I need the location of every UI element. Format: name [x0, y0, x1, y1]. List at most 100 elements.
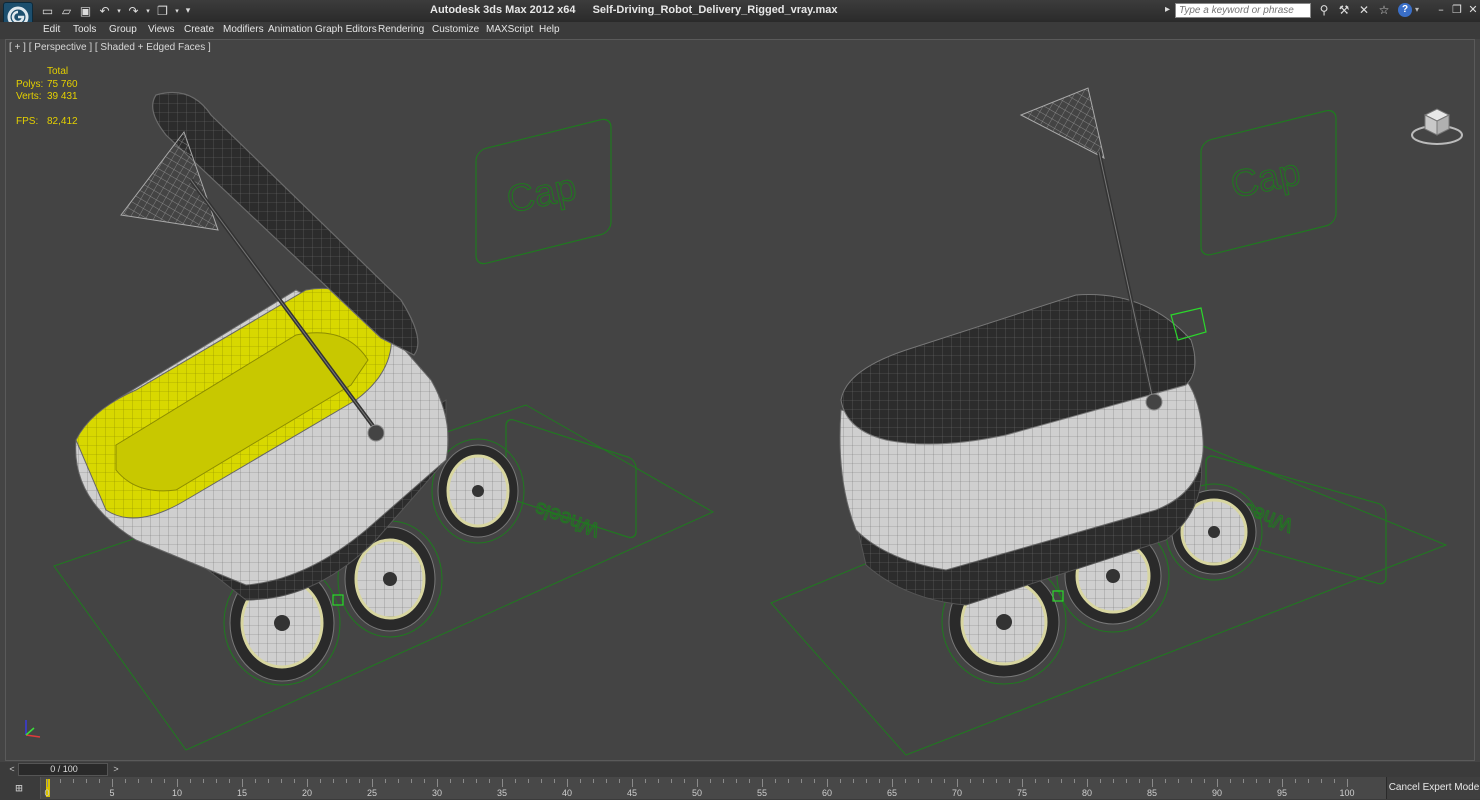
- trackbar-tick-label: 5: [109, 788, 115, 798]
- trackbar-tick: [164, 779, 165, 783]
- window-controls: – ❐ ✕: [1436, 3, 1478, 17]
- trackbar-tick-label: 90: [1211, 788, 1222, 798]
- binoculars-icon[interactable]: ⚲: [1316, 3, 1332, 18]
- trackbar-tick: [1217, 779, 1218, 787]
- menu-animation[interactable]: Animation: [268, 24, 312, 35]
- trackbar-tick: [866, 779, 867, 783]
- trackbar-tick: [697, 779, 698, 787]
- subscription-icon[interactable]: ⚒: [1336, 3, 1352, 18]
- cap-helper-text-right: Cap: [1227, 151, 1304, 207]
- trackbar-tick: [1230, 779, 1231, 783]
- trackbar-tick-label: 50: [691, 788, 702, 798]
- trackbar-tick: [983, 779, 984, 783]
- trackbar-tick-label: 75: [1016, 788, 1027, 798]
- trackbar-tick: [658, 779, 659, 783]
- search-input[interactable]: [1175, 3, 1311, 18]
- menu-tools[interactable]: Tools: [73, 24, 96, 35]
- trackbar-tick-label: 25: [366, 788, 377, 798]
- trackbar-tick: [957, 779, 958, 787]
- restore-icon[interactable]: ❐: [1452, 3, 1462, 17]
- window-title: Autodesk 3ds Max 2012 x64 Self-Driving_R…: [430, 4, 930, 16]
- undo-icon[interactable]: ↶: [97, 4, 112, 19]
- trackbar-tick: [1074, 779, 1075, 783]
- trackbar-tick: [853, 779, 854, 783]
- trackbar-tick-label: 80: [1081, 788, 1092, 798]
- file-title: Self-Driving_Robot_Delivery_Rigged_vray.…: [592, 4, 838, 16]
- trackbar-tick: [1269, 779, 1270, 783]
- trackbar-tick-label: 55: [756, 788, 767, 798]
- help-dropdown-icon[interactable]: ▾: [1415, 5, 1419, 14]
- trackbar-tick: [281, 779, 282, 783]
- trackbar-tick: [1100, 779, 1101, 783]
- time-slider-thumb[interactable]: 0 / 100: [19, 764, 109, 775]
- trackbar-tick: [372, 779, 373, 787]
- trackbar-tick-label: 35: [496, 788, 507, 798]
- trackbar-tick: [775, 779, 776, 783]
- project-dropdown-icon[interactable]: ▾: [174, 4, 180, 19]
- trackbar-tick: [905, 779, 906, 783]
- time-slider-prev-button[interactable]: <: [6, 763, 18, 776]
- trackbar-tick: [749, 779, 750, 783]
- new-file-icon[interactable]: ▭: [40, 4, 55, 19]
- viewcube-icon[interactable]: [1409, 103, 1465, 147]
- minimize-icon[interactable]: –: [1436, 3, 1446, 17]
- search-expand-icon[interactable]: ▸: [1165, 4, 1170, 15]
- project-folder-icon[interactable]: ❐: [155, 4, 170, 19]
- trackbar-tick: [528, 779, 529, 783]
- cap-helper-left[interactable]: Cap: [475, 117, 612, 266]
- communication-icon[interactable]: ✕: [1356, 3, 1372, 18]
- trackbar-tick: [1087, 779, 1088, 787]
- menu-modifiers[interactable]: Modifiers: [223, 24, 264, 35]
- trackbar-tick: [827, 779, 828, 787]
- title-bar: ▭ ▱ ▣ ↶ ▾ ↷ ▾ ❐ ▾ ▾ Autodesk 3ds Max 201…: [0, 0, 1480, 32]
- trackbar-tick-label: 95: [1276, 788, 1287, 798]
- redo-dropdown-icon[interactable]: ▾: [145, 4, 151, 19]
- cap-helper-right[interactable]: Cap: [1200, 108, 1337, 257]
- polys-value: 75 760: [47, 78, 78, 90]
- trackbar-tick: [1152, 779, 1153, 787]
- cancel-expert-mode-button[interactable]: Cancel Expert Mode: [1386, 777, 1480, 799]
- trackbar-tick: [60, 779, 61, 783]
- menu-views[interactable]: Views: [148, 24, 175, 35]
- menu-edit[interactable]: Edit: [43, 24, 60, 35]
- track-bar: ⊞ 0 5 10 15 20 25 30 35 40 45 50 55 60 65 70 75 80 85 90 95…: [0, 777, 1480, 800]
- trackbar-tick: [268, 779, 269, 783]
- menu-create[interactable]: Create: [184, 24, 214, 35]
- trackbar-tick: [736, 779, 737, 783]
- save-icon[interactable]: ▣: [78, 4, 93, 19]
- trackbar-tick: [814, 779, 815, 783]
- time-slider-track[interactable]: 0 / 100: [18, 763, 108, 776]
- menu-bar: Edit Tools Group Views Create Modifiers …: [0, 22, 1480, 39]
- robot-closed-lid[interactable]: Cap Wheels: [770, 87, 1448, 756]
- viewport-label[interactable]: [ + ] [ Perspective ] [ Shaded + Edged F…: [9, 42, 211, 53]
- mini-curve-editor-icon[interactable]: ⊞: [6, 780, 32, 797]
- time-slider-next-button[interactable]: >: [110, 763, 122, 776]
- trackbar-tick: [320, 779, 321, 783]
- trackbar-tick: [112, 779, 113, 787]
- menu-group[interactable]: Group: [109, 24, 137, 35]
- customize-toolbar-icon[interactable]: ▾: [184, 4, 192, 19]
- trackbar-tick: [1295, 779, 1296, 783]
- perspective-viewport[interactable]: Cap Wheels Cap Wheels [+] [Perspectiv…: [5, 39, 1475, 761]
- trackbar-tick: [1165, 779, 1166, 783]
- open-file-icon[interactable]: ▱: [59, 4, 74, 19]
- trackbar-tick: [463, 779, 464, 783]
- undo-dropdown-icon[interactable]: ▾: [116, 4, 122, 19]
- menu-customize[interactable]: Customize: [432, 24, 479, 35]
- favorites-star-icon[interactable]: ☆: [1376, 3, 1392, 18]
- menu-rendering[interactable]: Rendering: [378, 24, 424, 35]
- trackbar-tick: [593, 779, 594, 783]
- close-icon[interactable]: ✕: [1468, 3, 1478, 17]
- help-icon[interactable]: ?: [1398, 3, 1412, 17]
- trackbar-ruler[interactable]: 0 5 10 15 20 25 30 35 40 45 50 55 60 65 70 75 80 85 90 95 10…: [40, 777, 1386, 799]
- robot-open-lid[interactable]: Cap Wheels: [53, 91, 715, 751]
- trackbar-tick: [632, 779, 633, 787]
- redo-icon[interactable]: ↷: [126, 4, 141, 19]
- menu-maxscript[interactable]: MAXScript: [486, 24, 533, 35]
- trackbar-tick: [476, 779, 477, 783]
- trackbar-tick-label: 15: [236, 788, 247, 798]
- menu-graph-editors[interactable]: Graph Editors: [315, 24, 377, 35]
- menu-help[interactable]: Help: [539, 24, 560, 35]
- wheels-helper-left[interactable]: Wheels: [505, 417, 637, 541]
- polys-label: Polys:: [16, 78, 44, 90]
